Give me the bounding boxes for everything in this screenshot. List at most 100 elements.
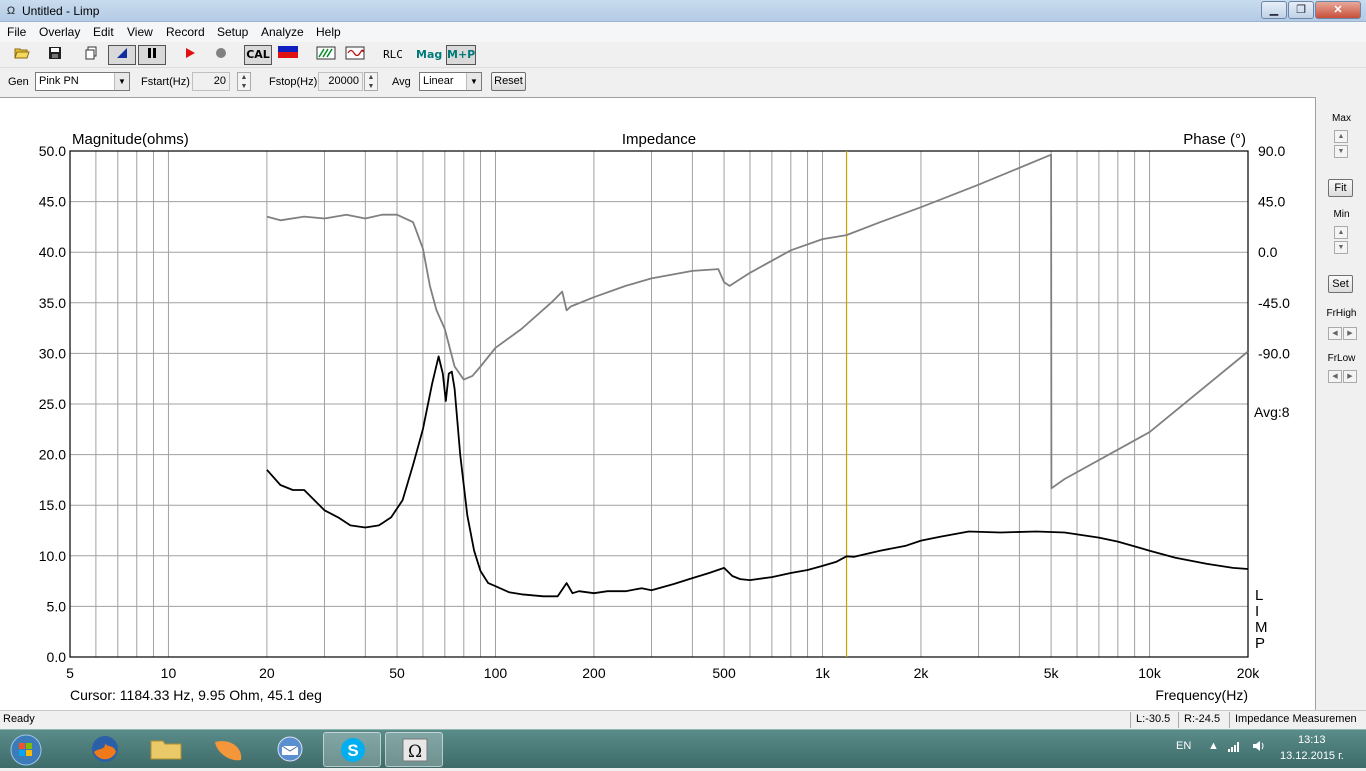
copy-page-icon: [85, 46, 97, 60]
status-divider: [1178, 712, 1179, 728]
y2-axis-title: Phase (°): [1183, 131, 1246, 148]
taskbar-explorer[interactable]: [137, 732, 195, 767]
max-up-button[interactable]: ▲: [1334, 130, 1348, 143]
parameter-bar: Gen Pink PN ▼ Fstart(Hz) 20 ▲ ▼ Fstop(Hz…: [0, 68, 1366, 96]
magnitude-series-line: [266, 355, 1249, 598]
x-tick-label: 5: [66, 665, 74, 681]
mag-phase-button[interactable]: M+P: [446, 45, 476, 65]
menu-file[interactable]: File: [7, 25, 26, 39]
cal-button[interactable]: CAL: [244, 45, 272, 65]
y-tick-label: 0.0: [47, 649, 67, 665]
app-omega-icon[interactable]: Ω: [4, 4, 18, 18]
generator-select[interactable]: Pink PN ▼: [35, 72, 130, 91]
taskbar-skype[interactable]: S: [323, 732, 381, 767]
y2-tick-label: 90.0: [1258, 143, 1285, 159]
menu-help[interactable]: Help: [316, 25, 341, 39]
taskbar-app-orange[interactable]: [199, 732, 257, 767]
window-title: Untitled - Limp: [22, 4, 100, 18]
sine-wave-icon: [345, 46, 365, 60]
play-button[interactable]: [179, 45, 201, 65]
min-up-button[interactable]: ▲: [1334, 226, 1348, 239]
fit-button[interactable]: Fit: [1328, 179, 1353, 197]
fstop-label: Fstop(Hz): [269, 76, 318, 88]
rlc-button[interactable]: RLC: [380, 45, 406, 65]
frlow-label: FrLow: [1327, 353, 1356, 364]
minimize-button[interactable]: ▁: [1261, 1, 1287, 19]
mag-button[interactable]: Mag: [415, 45, 443, 65]
spin-up-icon: ▲: [1337, 229, 1345, 236]
fstop-spinner[interactable]: ▲ ▼: [364, 72, 378, 91]
fstart-spinner[interactable]: ▲ ▼: [237, 72, 251, 91]
max-down-button[interactable]: ▼: [1334, 145, 1348, 158]
folder-open-icon: [14, 48, 30, 59]
set-button[interactable]: Set: [1328, 275, 1353, 293]
side-letter: I: [1255, 603, 1259, 620]
sweep-mode-button[interactable]: [108, 45, 136, 65]
copy-button[interactable]: [80, 45, 102, 65]
y-tick-label: 15.0: [39, 497, 66, 513]
status-ready: Ready: [3, 713, 35, 725]
volume-icon[interactable]: [1252, 740, 1266, 755]
stop-record-button[interactable]: [210, 45, 232, 65]
reset-button[interactable]: Reset: [491, 72, 526, 91]
taskbar-limp[interactable]: Ω: [385, 732, 443, 767]
tray-expand-icon[interactable]: ▲: [1208, 740, 1219, 752]
network-icon[interactable]: [1228, 740, 1242, 755]
clock-time[interactable]: 13:13: [1298, 734, 1326, 746]
menu-overlay[interactable]: Overlay: [39, 25, 80, 39]
start-button[interactable]: [0, 732, 52, 767]
spin-down-icon: ▼: [1337, 148, 1345, 155]
menu-edit[interactable]: Edit: [93, 25, 114, 39]
frlow-right-button[interactable]: ▶: [1343, 370, 1357, 383]
restore-button[interactable]: ❐: [1288, 1, 1314, 19]
save-button[interactable]: [44, 45, 66, 65]
menu-setup[interactable]: Setup: [217, 25, 248, 39]
sweep-triangle-icon: [117, 48, 127, 58]
max-label: Max: [1332, 113, 1351, 124]
y2-tick-label: -90.0: [1258, 345, 1290, 361]
x-tick-label: 20: [259, 665, 275, 681]
side-letter: P: [1255, 635, 1265, 652]
y2-tick-label: -45.0: [1258, 295, 1290, 311]
color-button[interactable]: [276, 45, 300, 65]
frhigh-right-button[interactable]: ▶: [1343, 327, 1357, 340]
menu-bar: File Overlay Edit View Record Setup Anal…: [0, 22, 1366, 42]
menu-view[interactable]: View: [127, 25, 153, 39]
close-button[interactable]: ✕: [1315, 1, 1361, 19]
avg-label: Avg: [392, 76, 411, 88]
fstart-input[interactable]: 20: [192, 72, 230, 91]
fstop-input[interactable]: 20000: [318, 72, 363, 91]
y-tick-label: 25.0: [39, 396, 66, 412]
y-tick-label: 35.0: [39, 295, 66, 311]
skype-icon: S: [341, 738, 365, 762]
frlow-left-button[interactable]: ◀: [1328, 370, 1342, 383]
averaging-value: Linear: [423, 75, 454, 87]
averaging-select[interactable]: Linear ▼: [419, 72, 482, 91]
minimize-icon: ▁: [1269, 4, 1279, 16]
menu-record[interactable]: Record: [166, 25, 205, 39]
pause-button[interactable]: [138, 45, 166, 65]
y2-tick-label: 45.0: [1258, 194, 1285, 210]
y-tick-label: 30.0: [39, 345, 66, 361]
frhigh-left-button[interactable]: ◀: [1328, 327, 1342, 340]
language-indicator[interactable]: EN: [1176, 740, 1191, 752]
menu-analyze[interactable]: Analyze: [261, 25, 304, 39]
hatch-graph-icon: [316, 46, 336, 60]
y2-tick-label: 0.0: [1258, 244, 1278, 260]
plot-area[interactable]: 50.0 45.0 40.0 35.0 30.0 25.0 20.0 15.0 10.0 5.0 0…: [0, 97, 1316, 710]
overlay-button[interactable]: [314, 45, 338, 65]
clock-date[interactable]: 13.12.2015 г.: [1280, 750, 1344, 762]
impedance-chart[interactable]: 50.045.040.035.030.025.020.015.010.05.00…: [0, 98, 1316, 711]
open-button[interactable]: [11, 45, 33, 65]
waveform-button[interactable]: [343, 45, 367, 65]
taskbar: S Ω EN ▲ 13:13 13.12.2015 г.: [0, 729, 1366, 768]
min-down-button[interactable]: ▼: [1334, 241, 1348, 254]
y-axis-title: Magnitude(ohms): [72, 131, 189, 148]
side-letter: L: [1255, 587, 1263, 604]
spin-up-icon: ▲: [240, 74, 248, 81]
x-axis-title: Frequency(Hz): [1155, 687, 1248, 703]
status-left-level: L:-30.5: [1136, 713, 1171, 725]
taskbar-mail[interactable]: [261, 732, 319, 767]
frhigh-label: FrHigh: [1326, 308, 1357, 319]
taskbar-firefox[interactable]: [76, 732, 134, 767]
